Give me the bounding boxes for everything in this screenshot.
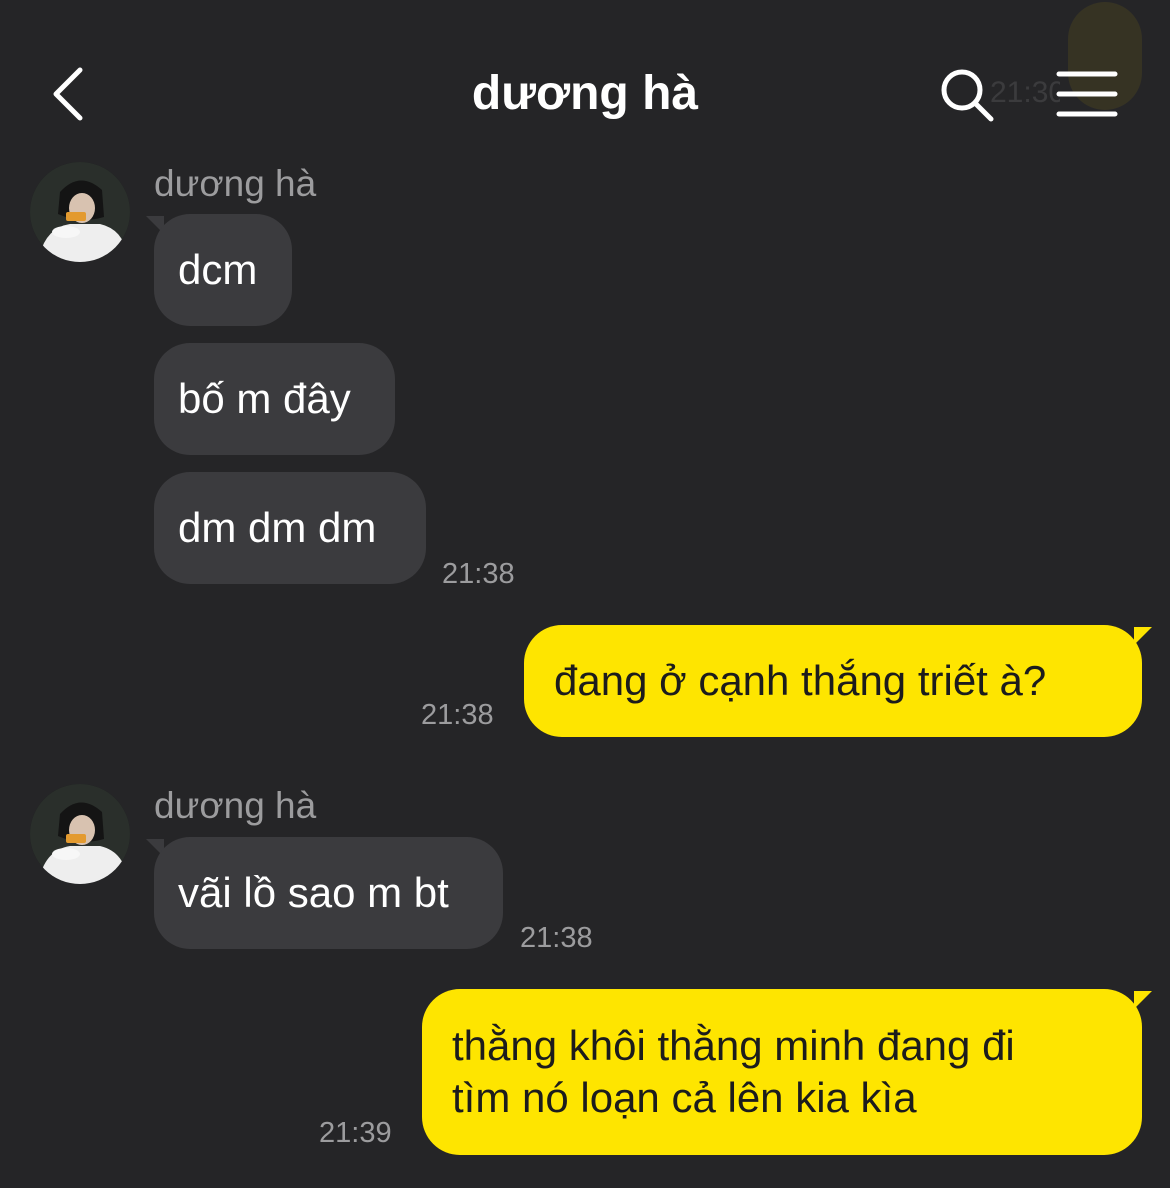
search-icon xyxy=(941,69,994,122)
message-bubble[interactable]: thằng khôi thằng minh đang đi tìm nó loạ… xyxy=(422,989,1142,1155)
message-bubble[interactable]: dm dm dm xyxy=(154,472,426,584)
menu-button[interactable] xyxy=(1052,64,1122,124)
sender-name: dương hà xyxy=(154,163,317,204)
message-bubble[interactable]: bố m đây xyxy=(154,343,395,455)
message-time: 21:39 xyxy=(319,1117,392,1149)
avatar-photo xyxy=(30,162,130,262)
menu-icon xyxy=(1056,71,1118,117)
avatar-photo xyxy=(30,784,130,884)
avatar[interactable] xyxy=(30,162,130,262)
bubble-tail xyxy=(1134,627,1152,645)
message-bubble[interactable]: vãi lồ sao m bt xyxy=(154,837,503,949)
chevron-left-icon xyxy=(53,67,83,121)
message-line: tìm nó loạn cả lên kia kìa xyxy=(452,1074,917,1121)
bubble-tail xyxy=(1134,991,1152,1009)
message-bubble[interactable]: dcm xyxy=(154,214,292,326)
sender-name: dương hà xyxy=(154,785,317,826)
message-time: 21:38 xyxy=(442,558,515,590)
back-button[interactable] xyxy=(40,62,96,126)
message-time: 21:38 xyxy=(421,699,494,731)
message-line: thằng khôi thằng minh đang đi xyxy=(452,1022,1015,1069)
message-bubble[interactable]: đang ở cạnh thắng triết à? xyxy=(524,625,1142,737)
chat-title: dương hà xyxy=(471,67,699,120)
avatar[interactable] xyxy=(30,784,130,884)
search-button[interactable] xyxy=(932,60,1002,130)
message-time: 21:38 xyxy=(520,922,593,954)
